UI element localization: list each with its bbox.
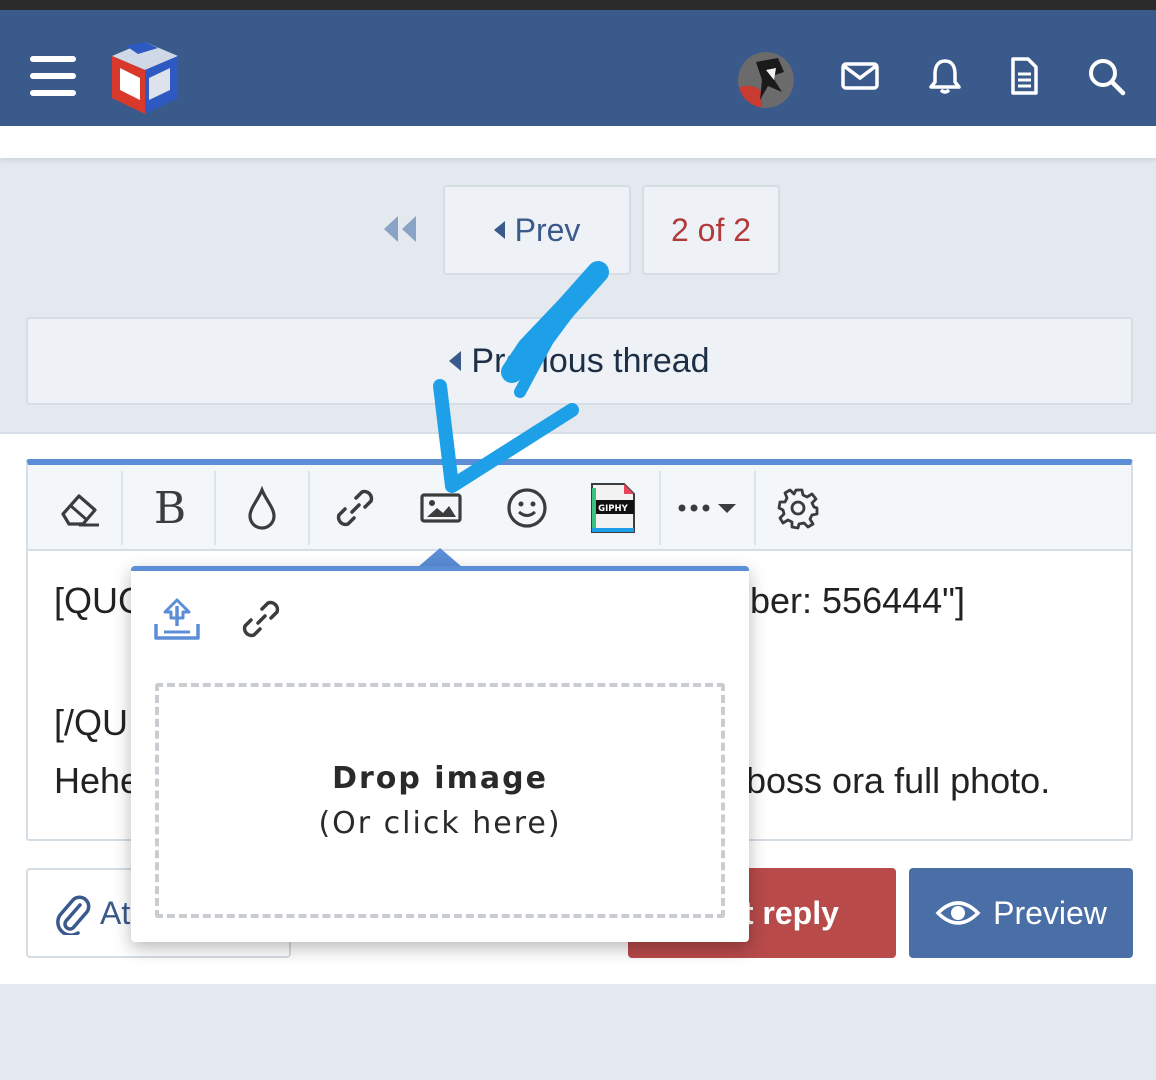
eraser-icon xyxy=(61,494,99,527)
upload-icon xyxy=(154,598,200,640)
bold-label: B xyxy=(153,482,187,534)
toolbar-divider xyxy=(121,471,123,545)
drop-image-title: Drop image xyxy=(332,760,548,796)
attach-files-label: At xyxy=(100,894,131,931)
popup-pointer xyxy=(418,548,462,567)
editor-line-1-end[interactable]: ber: 556444"] xyxy=(750,571,965,631)
preview-label: Preview xyxy=(993,894,1107,931)
search-icon[interactable] xyxy=(1086,56,1126,96)
insert-gif-button[interactable]: GIPHY xyxy=(570,465,656,551)
site-logo[interactable] xyxy=(106,38,184,118)
status-strip xyxy=(0,0,1156,10)
previous-thread-label: Previous thread xyxy=(471,341,710,380)
toolbar-divider xyxy=(308,471,310,545)
prev-page-label: Prev xyxy=(514,211,581,248)
text-color-button[interactable] xyxy=(218,465,306,551)
gear-icon xyxy=(777,488,819,530)
mail-icon[interactable] xyxy=(840,56,880,96)
image-drop-zone[interactable]: Drop image (Or click here) xyxy=(155,683,725,918)
paperclip-icon xyxy=(56,895,91,935)
editor-toolbar: B GIPHY xyxy=(28,465,1131,551)
hamburger-menu-icon[interactable] xyxy=(30,56,76,96)
eye-icon xyxy=(935,901,981,925)
link-icon xyxy=(242,600,280,638)
editor-line-3-end[interactable]: boss ora full photo. xyxy=(746,751,1050,811)
editor-settings-button[interactable] xyxy=(758,465,840,551)
header-separator xyxy=(0,126,1156,158)
image-url-tab[interactable] xyxy=(233,591,289,647)
document-icon[interactable] xyxy=(1004,56,1044,96)
remove-format-button[interactable] xyxy=(36,465,124,551)
link-icon xyxy=(336,489,374,527)
more-options-button[interactable] xyxy=(664,465,752,551)
previous-thread-link[interactable]: Previous thread xyxy=(26,317,1133,405)
prev-page-button[interactable]: Prev xyxy=(443,185,631,275)
chevron-left-icon xyxy=(449,351,462,371)
toolbar-divider xyxy=(659,471,661,545)
smiley-icon xyxy=(507,488,547,528)
editor-line-3-start[interactable]: Hehe xyxy=(54,751,140,811)
user-avatar[interactable] xyxy=(738,52,794,108)
site-header xyxy=(0,10,1156,126)
insert-link-button[interactable] xyxy=(312,465,398,551)
editor-line-2-start[interactable]: [/QU xyxy=(54,693,128,753)
color-drop-icon xyxy=(248,486,276,530)
upload-image-tab[interactable] xyxy=(149,591,205,647)
page-indicator-label: 2 of 2 xyxy=(670,211,752,248)
page-indicator-button[interactable]: 2 of 2 xyxy=(642,185,780,275)
bold-button[interactable]: B xyxy=(126,465,214,551)
drop-image-subtitle: (Or click here) xyxy=(318,805,562,841)
more-icon xyxy=(678,504,736,513)
giphy-text: GIPHY xyxy=(598,504,628,514)
preview-button[interactable]: Preview xyxy=(909,868,1133,958)
insert-image-popup: Drop image (Or click here) xyxy=(131,566,749,942)
insert-image-button[interactable] xyxy=(398,465,484,551)
bell-icon[interactable] xyxy=(925,56,965,96)
first-page-icon[interactable] xyxy=(380,212,422,246)
insert-smilie-button[interactable] xyxy=(484,465,570,551)
chevron-left-icon xyxy=(493,221,505,239)
toolbar-divider xyxy=(754,471,756,545)
giphy-icon: GIPHY xyxy=(591,483,635,533)
image-icon xyxy=(420,493,462,523)
toolbar-divider xyxy=(214,471,216,545)
